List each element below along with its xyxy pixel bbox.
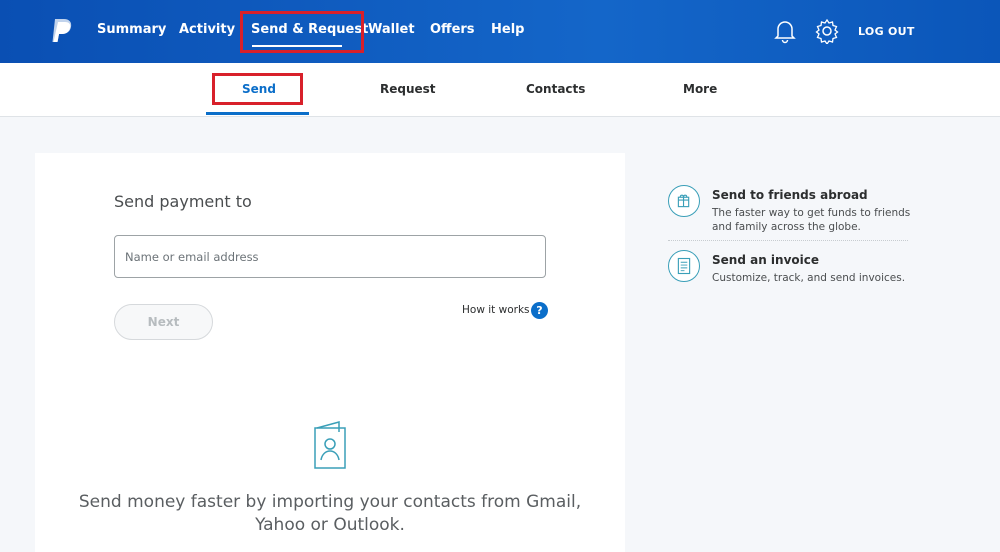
side-send-invoice-title[interactable]: Send an invoice bbox=[712, 253, 819, 267]
side-send-invoice-desc: Customize, track, and send invoices. bbox=[712, 272, 906, 284]
side-send-abroad-title[interactable]: Send to friends abroad bbox=[712, 188, 868, 202]
next-button[interactable]: Next bbox=[114, 304, 213, 340]
nav-help[interactable]: Help bbox=[491, 22, 524, 37]
how-it-works-link[interactable]: How it works bbox=[462, 304, 530, 316]
import-contacts-message: Send money faster by importing your cont… bbox=[75, 491, 585, 537]
highlight-box-send-request bbox=[240, 11, 364, 53]
highlight-box-send bbox=[212, 73, 303, 105]
tab-request[interactable]: Request bbox=[380, 82, 436, 96]
card-title: Send payment to bbox=[114, 192, 252, 211]
invoice-icon bbox=[668, 250, 700, 282]
help-question-icon[interactable]: ? bbox=[531, 302, 548, 319]
nav-offers[interactable]: Offers bbox=[430, 22, 475, 37]
recipient-input[interactable] bbox=[114, 235, 546, 278]
nav-wallet[interactable]: Wallet bbox=[368, 22, 415, 37]
import-message-line-1: Send money faster by importing your cont… bbox=[78, 492, 582, 512]
bell-icon[interactable] bbox=[774, 18, 796, 44]
paypal-logo-icon[interactable] bbox=[50, 18, 74, 44]
side-send-abroad-desc: The faster way to get funds to friends a… bbox=[712, 207, 911, 233]
globe-gift-icon bbox=[668, 185, 700, 217]
tab-contacts[interactable]: Contacts bbox=[526, 82, 585, 96]
nav-summary[interactable]: Summary bbox=[97, 22, 166, 37]
sub-nav: Send Request Contacts More bbox=[0, 63, 1000, 117]
tab-active-indicator bbox=[206, 112, 309, 115]
logout-link[interactable]: LOG OUT bbox=[858, 25, 915, 38]
nav-activity[interactable]: Activity bbox=[179, 22, 235, 37]
top-nav: Summary Activity Send & Request Wallet O… bbox=[0, 0, 1000, 63]
send-payment-card: Send payment to Next How it works ? Send… bbox=[35, 153, 625, 552]
side-send-invoice[interactable]: Send an invoice Customize, track, and se… bbox=[668, 250, 908, 290]
contacts-book-icon bbox=[314, 421, 346, 469]
import-message-line-2: Yahoo or Outlook. bbox=[255, 515, 405, 535]
gear-icon[interactable] bbox=[814, 18, 840, 44]
tab-more[interactable]: More bbox=[683, 82, 717, 96]
side-send-abroad[interactable]: Send to friends abroad The faster way to… bbox=[668, 185, 910, 241]
